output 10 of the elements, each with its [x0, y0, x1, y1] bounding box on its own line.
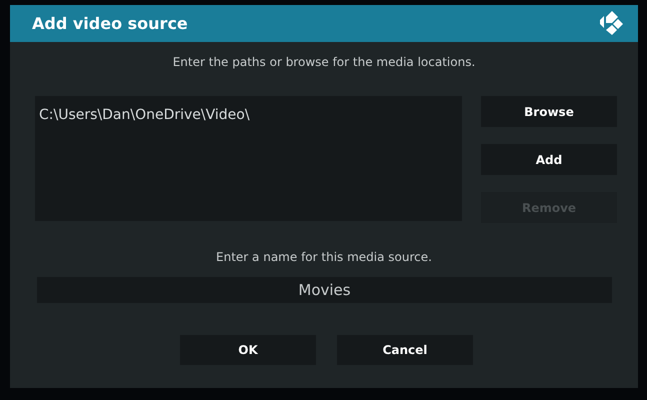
name-prompt: Enter a name for this media source.: [215, 249, 433, 266]
dialog-button[interactable]: OK: [180, 335, 316, 365]
path-item[interactable]: C:\Users\Dan\OneDrive\Video\: [39, 105, 462, 126]
side-button[interactable]: Add: [481, 144, 617, 175]
name-field[interactable]: Movies: [37, 277, 612, 303]
dialog-title: Add video source: [32, 12, 188, 34]
paths-prompt: Enter the paths or browse for the media locations.: [172, 54, 476, 71]
dialog-button[interactable]: Cancel: [337, 335, 473, 365]
kodi-logo-icon: [598, 10, 624, 36]
side-button[interactable]: Browse: [481, 96, 617, 127]
